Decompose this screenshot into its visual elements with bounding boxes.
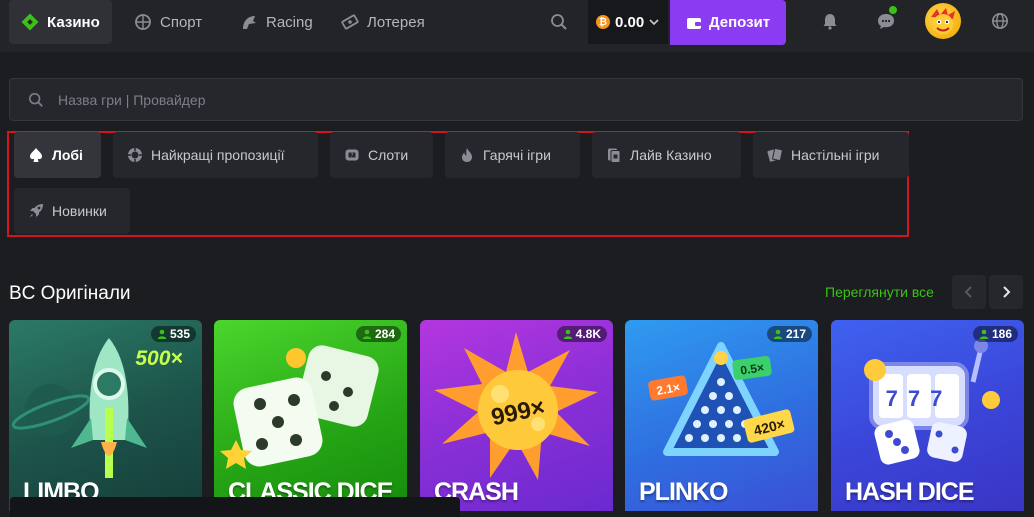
- hash-dice-art-text: 777: [886, 386, 953, 411]
- svg-text:7: 7: [350, 153, 353, 159]
- slot-icon: 7: [345, 149, 359, 161]
- chevron-right-icon: [1003, 286, 1011, 298]
- game-card-crash[interactable]: 999× 4.8K CRASH: [420, 320, 613, 511]
- game-search-bar: [9, 78, 1023, 121]
- search-icon: [28, 92, 43, 107]
- player-count-badge: 217: [766, 326, 812, 342]
- tab-live-casino[interactable]: Лайв Казино: [592, 132, 741, 178]
- nav-racing[interactable]: Racing: [228, 0, 325, 44]
- globe-icon: [992, 13, 1008, 29]
- spade-icon: [30, 148, 42, 162]
- tab-best-offers-label: Найкращі пропозиції: [151, 147, 285, 163]
- user-icon: [979, 329, 989, 339]
- table-cards-icon: [767, 147, 783, 162]
- header-search-button[interactable]: [544, 8, 574, 36]
- chevron-down-icon: [649, 19, 659, 26]
- tab-table-games-label: Настільні ігри: [791, 147, 880, 163]
- chat-unread-dot: [889, 6, 897, 14]
- bell-icon: [823, 14, 837, 30]
- limbo-multiplier-art-text: 500×: [135, 347, 182, 370]
- avatar[interactable]: [925, 3, 961, 39]
- chat-icon: [878, 14, 894, 29]
- deposit-button[interactable]: Депозит: [670, 0, 786, 45]
- tab-live-casino-label: Лайв Казино: [630, 147, 712, 163]
- user-icon: [362, 329, 372, 339]
- chat-button[interactable]: [871, 6, 901, 36]
- game-search-input[interactable]: [58, 91, 658, 108]
- game-card-classic-dice[interactable]: 284 CLASSIC DICE: [214, 320, 407, 511]
- tab-hot-games-label: Гарячі ігри: [483, 147, 551, 163]
- nav-lottery-label: Лотерея: [367, 13, 425, 31]
- player-count: 217: [785, 327, 806, 341]
- see-all-link[interactable]: Переглянути все: [825, 284, 934, 300]
- bottom-overlay-panel: [10, 497, 460, 517]
- nav-lottery[interactable]: Лотерея: [329, 0, 437, 44]
- live-cards-icon: [608, 148, 621, 163]
- player-count: 284: [374, 327, 395, 341]
- balance-selector[interactable]: ₿ 0.00: [588, 0, 668, 44]
- balance-amount: 0.00: [615, 13, 645, 31]
- tab-lobby-label: Лобі: [52, 147, 83, 163]
- tab-table-games[interactable]: Настільні ігри: [753, 132, 909, 178]
- fire-icon: [462, 148, 472, 162]
- nav-sport[interactable]: Спорт: [122, 0, 214, 44]
- game-title: HASH DICE: [845, 478, 975, 506]
- nav-racing-label: Racing: [266, 13, 313, 31]
- carousel-prev-button[interactable]: [952, 275, 986, 309]
- casino-icon: [21, 13, 39, 31]
- sport-icon: [135, 14, 151, 30]
- lottery-icon: [341, 14, 359, 30]
- tab-new-games[interactable]: Новинки: [14, 188, 130, 234]
- chevron-left-icon: [964, 286, 972, 298]
- tab-new-games-label: Новинки: [52, 203, 107, 219]
- deposit-label: Депозит: [708, 14, 771, 31]
- wallet-icon: [686, 17, 701, 29]
- tab-slots[interactable]: 7 Слоти: [330, 132, 433, 178]
- tab-hot-games[interactable]: Гарячі ігри: [445, 132, 580, 178]
- game-card-limbo[interactable]: 500× 535 LIMBO: [9, 320, 202, 511]
- rocket-icon: [29, 204, 43, 218]
- chip-icon: [128, 148, 142, 162]
- player-count-badge: 4.8K: [556, 326, 607, 342]
- user-icon: [157, 329, 167, 339]
- search-icon: [551, 14, 567, 30]
- nav-casino-label: Казино: [47, 13, 100, 31]
- nav-casino[interactable]: Казино: [9, 0, 112, 44]
- notifications-button[interactable]: [815, 6, 845, 36]
- player-count: 186: [991, 327, 1012, 341]
- player-count-badge: 535: [150, 326, 196, 342]
- game-card-plinko[interactable]: 2.1× 0.5× 420× 217 PLINKO: [625, 320, 818, 511]
- bitcoin-icon: ₿: [596, 15, 610, 29]
- tab-best-offers[interactable]: Найкращі пропозиції: [113, 132, 318, 178]
- tab-lobby[interactable]: Лобі: [14, 132, 101, 178]
- racing-icon: [243, 16, 256, 29]
- nav-sport-label: Спорт: [160, 13, 203, 31]
- player-count-badge: 186: [972, 326, 1018, 342]
- avatar-dragon-icon: [931, 8, 955, 34]
- game-title: PLINKO: [639, 478, 728, 506]
- player-count: 4.8K: [575, 327, 601, 341]
- carousel-next-button[interactable]: [989, 275, 1023, 309]
- player-count: 535: [169, 327, 190, 341]
- user-icon: [773, 329, 783, 339]
- tab-slots-label: Слоти: [368, 147, 409, 163]
- section-title: BC Оригінали: [9, 283, 131, 304]
- language-button[interactable]: [985, 6, 1015, 36]
- top-navigation-bar: Казино Спорт Racing Лотерея ₿ 0.00 Депоз…: [0, 0, 1034, 52]
- game-card-hash-dice[interactable]: 777 186 HASH DICE: [831, 320, 1024, 511]
- user-icon: [563, 329, 572, 339]
- player-count-badge: 284: [355, 326, 401, 342]
